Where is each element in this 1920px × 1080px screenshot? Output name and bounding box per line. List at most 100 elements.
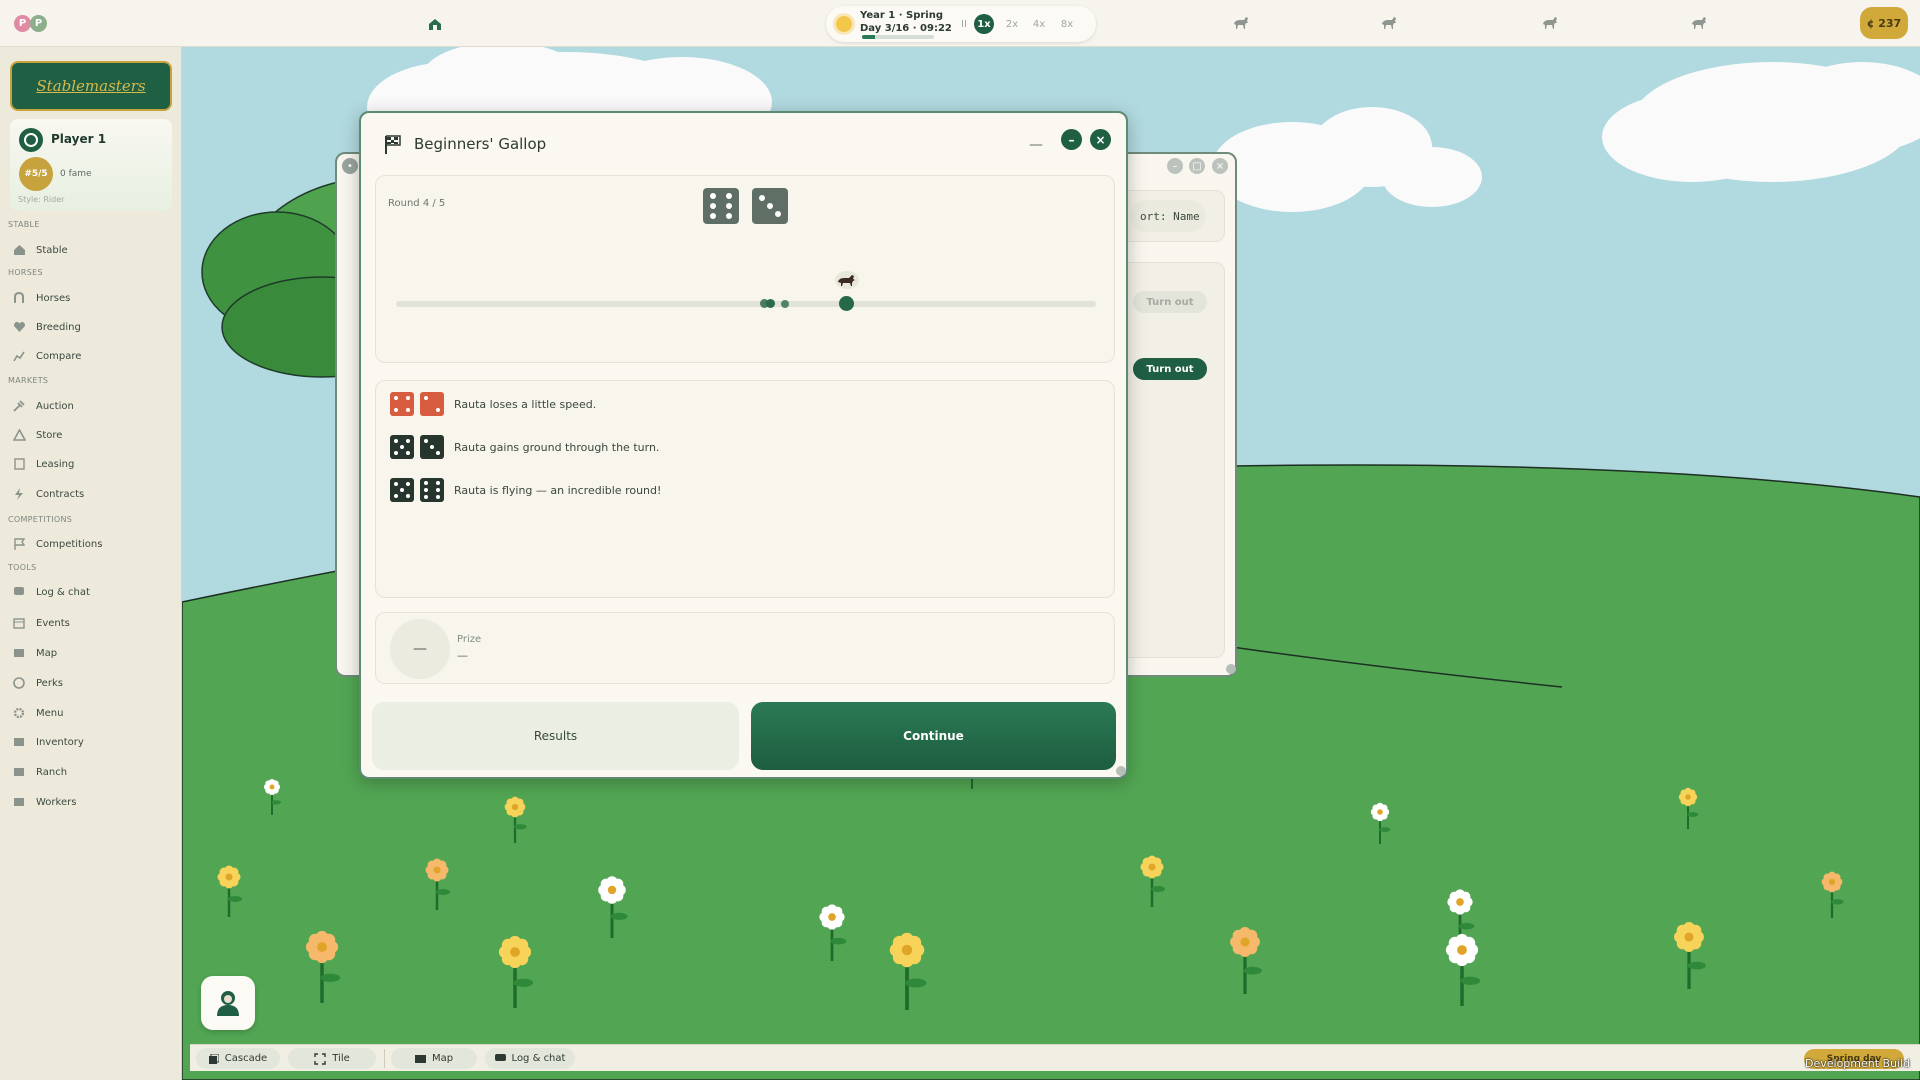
die-pip <box>405 482 410 487</box>
log-entry: Rauta gains ground through the turn. <box>390 434 659 460</box>
sidebar-item-leasing[interactable]: Leasing <box>10 454 174 474</box>
pause-button[interactable]: II <box>954 14 974 34</box>
flower-leaf <box>830 937 847 945</box>
horse-slot-icon-1[interactable] <box>1232 15 1250 34</box>
player-style: Style: Rider <box>18 195 65 204</box>
log-entry-text: Rauta is flying — an incredible round! <box>454 483 662 497</box>
die-pip <box>758 194 765 201</box>
die-pip <box>709 213 716 220</box>
die-pip <box>775 211 782 218</box>
tile-button[interactable]: Tile <box>288 1048 376 1069</box>
round-counter: Round 4 / 5 <box>388 198 446 209</box>
die-pip <box>430 445 434 449</box>
die-pip <box>394 482 399 487</box>
advisor-avatar-button[interactable] <box>201 976 255 1030</box>
turn-out-button[interactable]: Turn out <box>1133 358 1207 380</box>
sidebar-item-contracts[interactable]: Contracts <box>10 484 174 504</box>
sidebar-item-perks[interactable]: Perks <box>10 673 174 693</box>
window-close-button[interactable]: × <box>1212 158 1228 174</box>
sidebar-item-inventory[interactable]: Inventory <box>10 732 174 752</box>
window-minimize-button[interactable]: – <box>1167 158 1183 174</box>
barn-icon[interactable] <box>428 16 442 35</box>
die-pip <box>435 450 440 455</box>
horse-slot-icon-2[interactable] <box>1380 15 1398 34</box>
sidebar-item-stable[interactable]: Stable <box>10 240 174 260</box>
cascade-button[interactable]: Cascade <box>196 1048 280 1069</box>
die-pip <box>424 488 429 492</box>
die-pip <box>424 494 429 499</box>
sidebar-item-competitions[interactable]: Competitions <box>10 534 174 554</box>
date-day-time: Day 3/16 · 09:22 <box>860 23 952 34</box>
speed-8x-button[interactable]: 8x <box>1057 14 1077 34</box>
flower-leaf <box>513 978 534 987</box>
sidebar-item-menu[interactable]: Menu <box>10 703 174 723</box>
player-avatar-icon <box>19 128 43 152</box>
flower-leaf <box>1379 827 1391 832</box>
dialog-close-button[interactable]: × <box>1090 129 1111 150</box>
dialog-minimize-button[interactable]: – <box>1061 129 1082 150</box>
prize-panel: — Prize — <box>375 612 1115 684</box>
sidebar-item-workers[interactable]: Workers <box>10 792 174 812</box>
fame-count: 0 fame <box>60 169 92 179</box>
dialog-collapse-button[interactable]: — <box>1029 137 1043 153</box>
resize-handle[interactable] <box>1116 766 1126 776</box>
log-chat-button[interactable]: Log & chat <box>485 1048 575 1069</box>
flower-center <box>317 942 327 952</box>
sidebar-item-breeding[interactable]: Breeding <box>10 317 174 337</box>
sidebar-item-auction[interactable]: Auction <box>10 396 174 416</box>
chat-icon <box>494 1053 506 1064</box>
map-icon <box>10 646 28 660</box>
die-pip <box>394 493 399 498</box>
sidebar-item-horses[interactable]: Horses <box>10 288 174 308</box>
player-chip-2[interactable]: P <box>30 15 47 32</box>
gear-icon <box>10 706 28 720</box>
rival-marker <box>766 299 775 308</box>
speed-1x-button[interactable]: 1x <box>974 14 994 34</box>
player-card[interactable]: Player 1 #5/5 0 fame Style: Rider <box>10 119 172 211</box>
dialog-title: Beginners' Gallop <box>414 135 547 153</box>
gavel-icon <box>10 399 28 413</box>
flower-leaf <box>1687 812 1699 817</box>
window-maximize-button[interactable]: □ <box>1189 158 1205 174</box>
log-die <box>420 478 444 502</box>
continue-button[interactable]: Continue <box>751 702 1116 770</box>
horse-icon <box>833 270 861 290</box>
die-pip <box>726 213 733 220</box>
die-pip <box>435 407 440 412</box>
map-icon <box>414 1054 426 1064</box>
sidebar-item-ranch[interactable]: Ranch <box>10 762 174 782</box>
die-pip <box>435 481 440 486</box>
map-button[interactable]: Map <box>391 1048 477 1069</box>
sidebar-item-store[interactable]: Store <box>10 425 174 445</box>
breeding-icon <box>10 320 28 334</box>
sort-dropdown[interactable]: ort: Name <box>1130 200 1206 232</box>
speed-4x-button[interactable]: 4x <box>1029 14 1049 34</box>
flower-center <box>1684 932 1694 942</box>
results-button[interactable]: Results <box>372 702 739 770</box>
sidebar-item-events[interactable]: Events <box>10 613 174 633</box>
prize-value: — <box>457 649 468 662</box>
flower-leaf <box>905 978 927 988</box>
chat-icon <box>10 585 28 599</box>
sidebar-item-map[interactable]: Map <box>10 643 174 663</box>
flower-center <box>828 913 836 921</box>
checkered-flag-icon <box>384 134 402 158</box>
die-pip <box>400 488 404 492</box>
flower-leaf <box>514 824 527 830</box>
flower-leaf <box>1831 899 1844 905</box>
player-name: Player 1 <box>51 132 107 146</box>
sidebar-item-log-chat[interactable]: Log & chat <box>10 582 174 602</box>
date-season: Year 1 · Spring <box>860 10 943 21</box>
horse-slot-icon-4[interactable] <box>1690 15 1708 34</box>
window-icon: • <box>342 158 358 174</box>
flower-center <box>1456 898 1464 906</box>
log-die <box>390 478 414 502</box>
sidebar-item-compare[interactable]: Compare <box>10 346 174 366</box>
flower-center <box>510 947 520 957</box>
speed-2x-button[interactable]: 2x <box>1002 14 1022 34</box>
horse-slot-icon-3[interactable] <box>1541 15 1559 34</box>
flower-leaf <box>1460 976 1481 985</box>
prize-label: Prize <box>457 634 482 645</box>
resize-handle[interactable] <box>1226 664 1236 674</box>
player-chip-1[interactable]: P <box>14 15 31 32</box>
